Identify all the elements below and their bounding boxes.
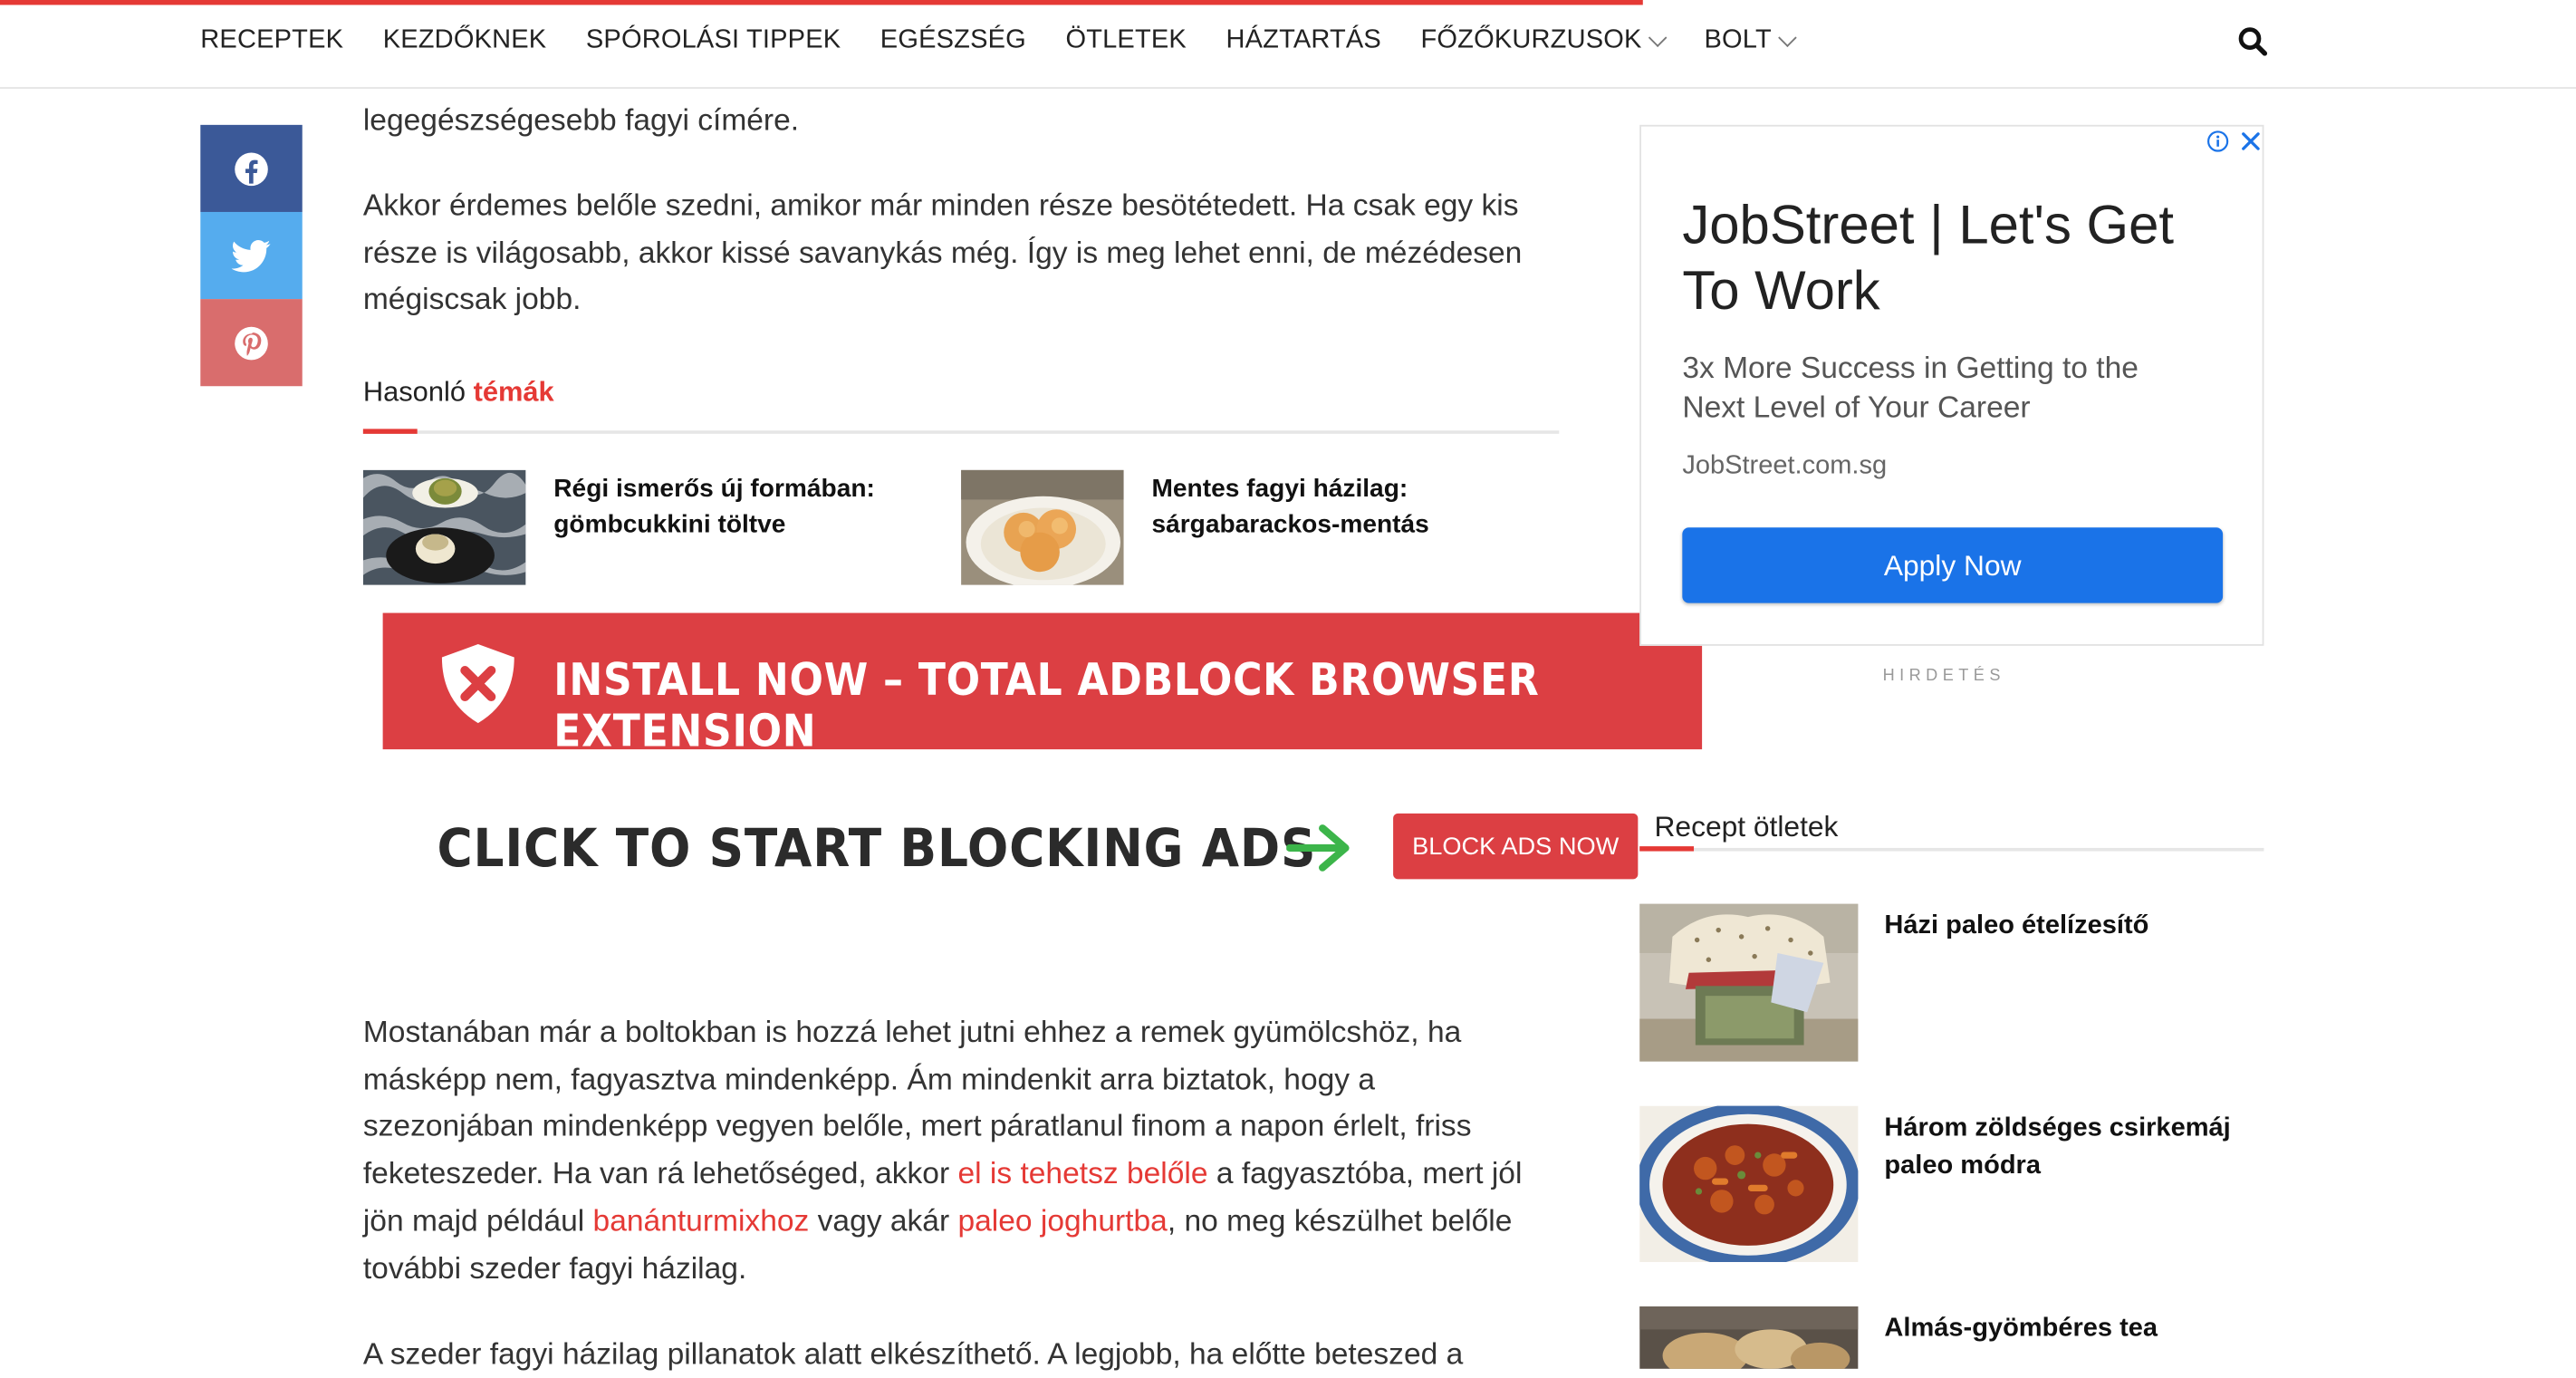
- divider: [1639, 847, 2264, 852]
- twitter-icon: [231, 239, 271, 272]
- sidebar-item-title[interactable]: Három zöldséges csirkemáj paleo módra: [1884, 1109, 2245, 1184]
- ad-label: HIRDETÉS: [1882, 667, 2005, 686]
- pinterest-share-button[interactable]: [200, 299, 303, 387]
- inline-link[interactable]: paleo joghurtba: [957, 1202, 1167, 1237]
- related-thumbnail-image[interactable]: [961, 469, 1124, 585]
- inline-link[interactable]: banánturmixhoz: [593, 1202, 810, 1237]
- nav-label: HÁZTARTÁS: [1226, 26, 1381, 54]
- related-topics-heading: Hasonló témák: [363, 376, 554, 409]
- apply-now-button[interactable]: Apply Now: [1682, 527, 2224, 603]
- chevron-down-icon: [1778, 27, 1798, 47]
- shield-x-icon: [441, 644, 514, 724]
- heading-accent: témák: [473, 376, 554, 408]
- main-nav: RECEPTEK KEZDŐKNEK SPÓROLÁSI TIPPEK EGÉS…: [200, 26, 1834, 56]
- block-ads-now-button[interactable]: BLOCK ADS NOW: [1393, 813, 1639, 880]
- nav-label: KEZDŐKNEK: [382, 26, 547, 54]
- sidebar-item-title[interactable]: Almás-gyömbéres tea: [1884, 1310, 2245, 1348]
- reading-progress-bar: [0, 0, 1643, 5]
- paragraph-text: vagy akár: [809, 1202, 958, 1238]
- pinterest-icon: [235, 325, 268, 360]
- nav-item-haztartas[interactable]: HÁZTARTÁS: [1226, 26, 1380, 56]
- sponsored-ad[interactable]: JobStreet | Let's Get To Work 3x More Su…: [1639, 124, 2264, 646]
- facebook-icon: [235, 151, 268, 186]
- paragraph-text: legegészségesebb fagyi címére.: [362, 101, 800, 137]
- facebook-share-button[interactable]: [200, 124, 303, 212]
- nav-label: EGÉSZSÉG: [879, 26, 1026, 54]
- nav-label: FŐZŐKURZUSOK: [1420, 26, 1642, 54]
- search-icon[interactable]: [2237, 26, 2268, 56]
- article-paragraph: A szeder fagyi házilag pillanatok alatt …: [362, 1335, 1464, 1371]
- article-paragraph: legegészségesebb fagyi címére.: [363, 97, 1538, 144]
- sidebar-thumbnail-image[interactable]: [1639, 1306, 1859, 1369]
- arrow-right-icon: [1286, 824, 1350, 872]
- related-thumbnail-image[interactable]: [362, 469, 526, 585]
- related-item-title[interactable]: Régi ismerős új formában: gömbcukkini tö…: [553, 472, 899, 543]
- nav-item-bolt[interactable]: BOLT: [1704, 26, 1798, 56]
- inline-link[interactable]: el is tehetsz belőle: [957, 1155, 1207, 1190]
- divider-accent: [362, 429, 418, 434]
- nav-item-kezdoknek[interactable]: KEZDŐKNEK: [383, 26, 547, 56]
- divider: [362, 430, 1560, 434]
- sidebar-heading: Recept ötletek: [1654, 810, 1839, 843]
- heading-plain: Hasonló: [362, 376, 466, 408]
- adblock-banner-text: INSTALL NOW – TOTAL ADBLOCK BROWSER EXTE…: [553, 655, 1540, 758]
- close-icon[interactable]: [2239, 130, 2262, 152]
- ad-url[interactable]: JobStreet.com.sg: [1682, 452, 1887, 482]
- adblock-banner[interactable]: INSTALL NOW – TOTAL ADBLOCK BROWSER EXTE…: [382, 612, 1703, 757]
- nav-item-sporolasi-tippek[interactable]: SPÓROLÁSI TIPPEK: [586, 26, 841, 56]
- related-item-title[interactable]: Mentes fagyi házilag: sárgabarackos-ment…: [1151, 472, 1480, 543]
- nav-item-fozokurzusok[interactable]: FŐZŐKURZUSOK: [1420, 26, 1668, 56]
- sidebar-thumbnail-image[interactable]: [1639, 903, 1859, 1062]
- nav-label: RECEPTEK: [200, 26, 344, 54]
- article-paragraph: Mostanában már a boltokban is hozzá lehe…: [363, 1009, 1538, 1292]
- article-paragraph: Akkor érdemes belőle szedni, amikor már …: [362, 187, 1523, 316]
- twitter-share-button[interactable]: [200, 211, 303, 300]
- nav-item-otletek[interactable]: ÖTLETEK: [1065, 26, 1187, 56]
- divider-accent: [1639, 846, 1695, 852]
- sidebar-thumbnail-image[interactable]: [1639, 1105, 1859, 1262]
- sidebar-item-title[interactable]: Házi paleo ételízesítő: [1884, 907, 2245, 945]
- nav-label: SPÓROLÁSI TIPPEK: [585, 26, 841, 54]
- nav-label: BOLT: [1704, 26, 1772, 54]
- nav-label: ÖTLETEK: [1065, 26, 1187, 54]
- top-navbar: RECEPTEK KEZDŐKNEK SPÓROLÁSI TIPPEK EGÉS…: [0, 0, 2576, 89]
- chevron-down-icon: [1648, 27, 1668, 47]
- ad-headline[interactable]: JobStreet | Let's Get To Work: [1682, 192, 2225, 323]
- click-to-block-text: CLICK TO START BLOCKING ADS: [437, 816, 1317, 880]
- nav-item-receptek[interactable]: RECEPTEK: [200, 26, 343, 56]
- nav-item-egeszseg[interactable]: EGÉSZSÉG: [880, 26, 1026, 56]
- ad-description: 3x More Success in Getting to the Next L…: [1682, 350, 2139, 424]
- ad-info-icon[interactable]: [2206, 130, 2229, 152]
